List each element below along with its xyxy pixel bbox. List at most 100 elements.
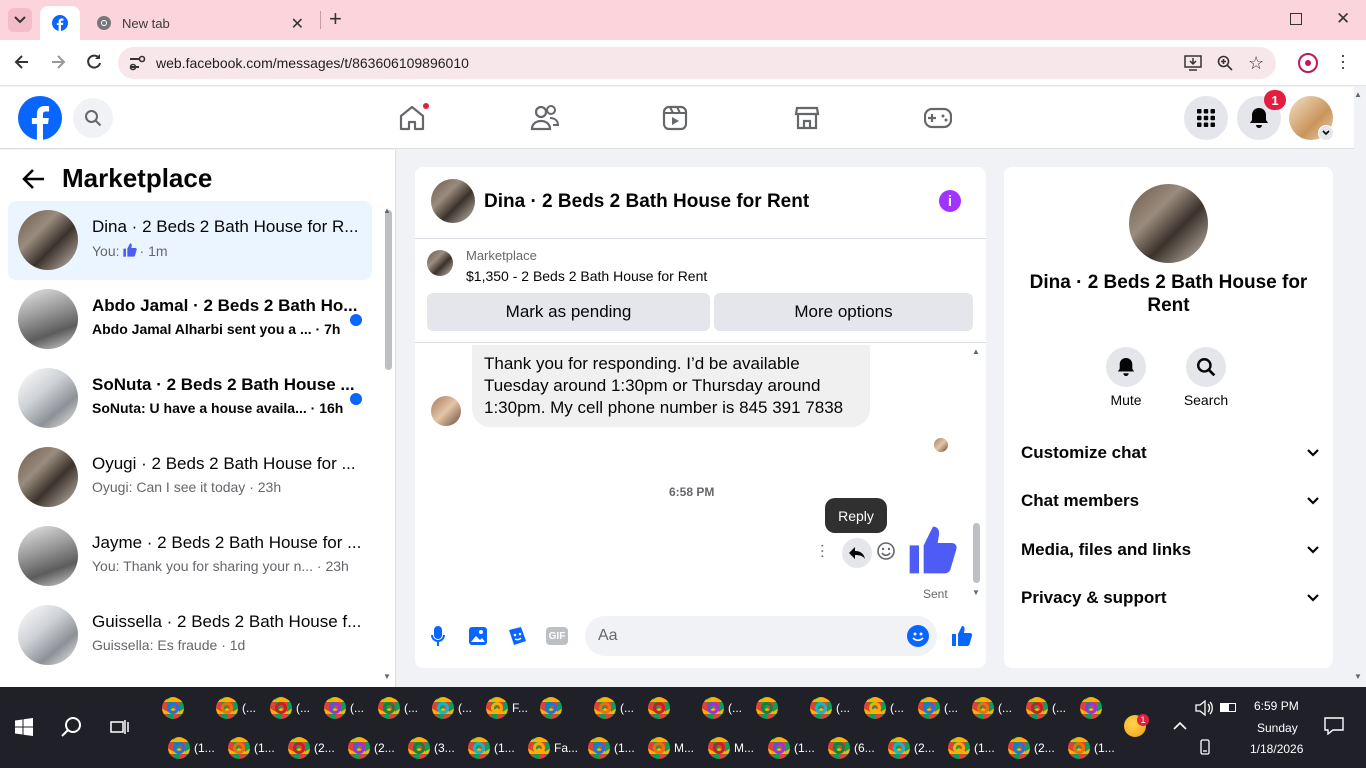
message-scrollbar[interactable]	[973, 523, 980, 583]
emoji-picker-icon[interactable]	[907, 625, 929, 647]
more-options-button[interactable]: More options	[714, 293, 973, 331]
windows-start-icon[interactable]	[15, 718, 33, 736]
scroll-down-icon[interactable]: ▼	[383, 672, 391, 681]
task-view-icon[interactable]	[110, 718, 130, 736]
taskbar-app-button[interactable]: Fa...	[524, 733, 580, 763]
taskbar-app-button[interactable]: (...	[428, 693, 478, 723]
info-icon[interactable]: i	[939, 190, 961, 212]
message-scroll-down-icon[interactable]: ▼	[972, 588, 980, 597]
gif-icon[interactable]: GIF	[546, 627, 568, 645]
tab-search-icon[interactable]	[8, 8, 32, 32]
taskbar-app-button[interactable]: (1...	[224, 733, 280, 763]
list-scrollbar[interactable]	[385, 210, 392, 370]
taskbar-app-button[interactable]: (2...	[284, 733, 340, 763]
taskbar-app-button[interactable]: (...	[806, 693, 856, 723]
network-icon[interactable]	[1198, 739, 1212, 755]
show-hidden-icons-icon[interactable]	[1173, 721, 1187, 730]
react-emoji-icon[interactable]	[877, 542, 895, 560]
close-tab-icon[interactable]: ✕	[291, 14, 304, 34]
taskbar-app-button[interactable]: (2...	[884, 733, 940, 763]
taskbar-app-button[interactable]: (2...	[344, 733, 400, 763]
profile-icon[interactable]	[1298, 53, 1318, 73]
sent-like-icon[interactable]	[905, 522, 961, 578]
chat-header-title[interactable]: Dina · 2 Beds 2 Bath House for Rent	[484, 191, 809, 213]
listing-title[interactable]: $1,350 - 2 Beds 2 Bath House for Rent	[466, 268, 707, 284]
taskbar-app-button[interactable]: M...	[644, 733, 700, 763]
battery-icon[interactable]	[1220, 703, 1236, 712]
chat-header-avatar[interactable]	[431, 179, 475, 223]
taskbar-app-button[interactable]: (6...	[824, 733, 880, 763]
media-files-links-section[interactable]: Media, files and links	[1021, 540, 1319, 560]
taskbar-app-button[interactable]	[1076, 693, 1126, 723]
tab-facebook[interactable]	[40, 6, 80, 40]
back-icon[interactable]	[12, 52, 32, 72]
reload-icon[interactable]	[84, 52, 104, 72]
taskbar-app-button[interactable]: F...	[482, 693, 532, 723]
mute-button[interactable]	[1106, 347, 1146, 387]
page-scroll-down-icon[interactable]: ▼	[1354, 672, 1362, 681]
watch-icon[interactable]	[662, 105, 688, 131]
attach-photo-icon[interactable]	[468, 626, 488, 646]
scroll-up-icon[interactable]: ▲	[383, 206, 391, 215]
search-icon[interactable]	[73, 98, 113, 138]
taskbar-app-button[interactable]: (...	[698, 693, 748, 723]
gaming-icon[interactable]	[924, 107, 952, 129]
account-chevron-icon[interactable]	[1318, 125, 1334, 141]
taskbar-app-button[interactable]: (...	[590, 693, 640, 723]
voice-clip-icon[interactable]	[431, 625, 445, 647]
taskbar-app-button[interactable]	[752, 693, 802, 723]
more-actions-icon[interactable]: ···	[814, 543, 831, 559]
taskbar-search-icon[interactable]	[61, 716, 83, 738]
conversation-item[interactable]: Jayme · 2 Beds 2 Bath House for ... You: …	[8, 517, 372, 596]
volume-icon[interactable]	[1195, 700, 1213, 716]
friends-icon[interactable]	[530, 104, 560, 132]
conversation-item[interactable]: Guissella · 2 Beds 2 Bath House f... Guis…	[8, 596, 372, 675]
taskbar-app-button[interactable]: M...	[704, 733, 760, 763]
details-avatar[interactable]	[1129, 184, 1208, 263]
taskbar-app-button[interactable]: (...	[1022, 693, 1072, 723]
taskbar-app-button[interactable]	[644, 693, 694, 723]
taskbar-app-button[interactable]: (1...	[164, 733, 220, 763]
conversation-item[interactable]: Oyugi · 2 Beds 2 Bath House for ... Oyugi…	[8, 438, 372, 517]
taskbar-app-button[interactable]: (1...	[464, 733, 520, 763]
address-bar[interactable]: web.facebook.com/messages/t/863606109896…	[118, 47, 1276, 79]
listing-thumbnail[interactable]	[427, 250, 453, 276]
customize-chat-section[interactable]: Customize chat	[1021, 443, 1319, 463]
chat-members-section[interactable]: Chat members	[1021, 491, 1319, 511]
taskbar-app-button[interactable]: (1...	[1064, 733, 1120, 763]
reply-icon[interactable]	[842, 538, 872, 568]
taskbar-app-button[interactable]: (2...	[1004, 733, 1060, 763]
forward-icon[interactable]	[48, 52, 68, 72]
menu-grid-icon[interactable]	[1184, 96, 1228, 140]
taskbar-app-button[interactable]: (...	[968, 693, 1018, 723]
marketplace-icon[interactable]	[794, 105, 820, 131]
home-icon[interactable]	[398, 101, 431, 132]
search-conversation-button[interactable]	[1186, 347, 1226, 387]
clock-time[interactable]: 6:59 PM	[1254, 699, 1299, 713]
conversation-item[interactable]: Abdo Jamal · 2 Beds 2 Bath Ho... Abdo Jam…	[8, 280, 372, 359]
taskbar-app-button[interactable]: (1...	[764, 733, 820, 763]
bookmark-star-icon[interactable]: ☆	[1248, 53, 1264, 74]
taskbar-app-button[interactable]	[536, 693, 586, 723]
send-like-icon[interactable]	[950, 624, 974, 648]
taskbar-app-button[interactable]: (...	[266, 693, 316, 723]
install-app-icon[interactable]	[1184, 55, 1202, 71]
taskbar-app-button[interactable]: (1...	[584, 733, 640, 763]
sticker-icon[interactable]	[507, 626, 527, 646]
mark-as-pending-button[interactable]: Mark as pending	[427, 293, 710, 331]
tab-new-tab[interactable]: New tab ✕	[84, 6, 314, 40]
taskbar-app-button[interactable]: (...	[212, 693, 262, 723]
chrome-menu-icon[interactable]: ···	[1334, 53, 1354, 71]
privacy-support-section[interactable]: Privacy & support	[1021, 588, 1319, 608]
restore-window-icon[interactable]	[1290, 13, 1302, 25]
page-scroll-up-icon[interactable]: ▲	[1354, 90, 1362, 99]
message-scroll-up-icon[interactable]: ▲	[972, 347, 980, 356]
incoming-message-bubble[interactable]: Thank you for responding. I’d be availab…	[472, 345, 870, 427]
sender-avatar[interactable]	[431, 396, 461, 426]
taskbar-app-button[interactable]: (...	[320, 693, 370, 723]
zoom-icon[interactable]	[1217, 55, 1233, 71]
taskbar-app-button[interactable]	[158, 693, 208, 723]
notification-center-icon[interactable]	[1324, 717, 1344, 735]
taskbar-app-button[interactable]: (3...	[404, 733, 460, 763]
clock-date[interactable]: 1/18/2026	[1250, 742, 1303, 756]
